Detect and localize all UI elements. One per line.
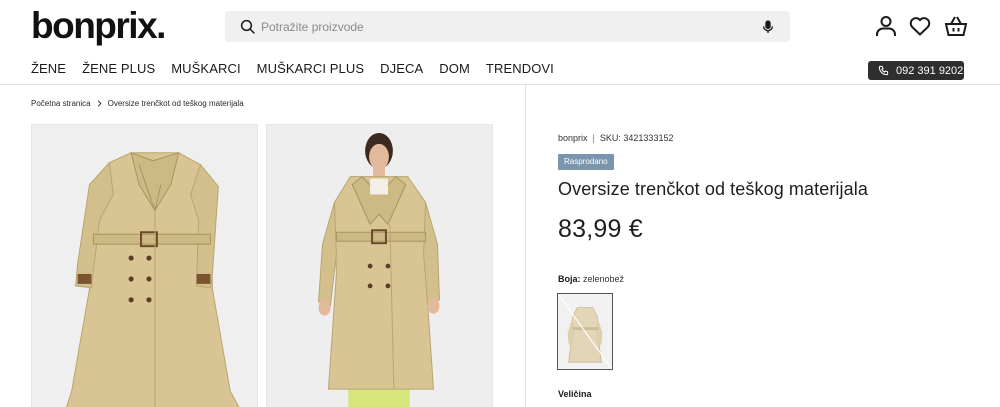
nav-item-djeca[interactable]: DJECA [380,61,423,76]
column-divider [525,85,526,407]
main-navigation: ŽENE ŽENE PLUS MUŠKARCI MUŠKARCI PLUS DJ… [31,61,570,76]
model-wearing-coat-image [267,125,492,407]
product-image-flatlay[interactable] [31,124,258,407]
color-value: zelenobež [583,274,625,284]
color-swatch-thumbnail [558,294,612,369]
color-swatch-zelenobez[interactable] [557,293,613,370]
product-price: 83,99 € [558,215,643,243]
color-label: Boja: [558,274,581,284]
breadcrumb-current: Oversize trenčkot od teškog materijala [107,99,244,108]
sku-label: SKU: [599,133,621,143]
color-selector-label: Boja: zelenobež [558,274,624,284]
nav-item-zene-plus[interactable]: ŽENE PLUS [82,61,155,76]
nav-item-dom[interactable]: DOM [439,61,470,76]
meta-separator: | [592,133,595,143]
breadcrumb: Početna stranica Oversize trenčkot od te… [31,99,244,108]
search-input[interactable] [261,11,741,42]
phone-button[interactable]: 092 391 9202 [868,61,964,80]
sold-out-badge: Rasprodano [558,154,614,170]
chevron-right-icon [97,100,102,107]
phone-icon [878,65,889,76]
product-meta: bonprix | SKU: 3421333152 [558,133,673,143]
basket-icon[interactable] [944,14,968,38]
sku-value: 3421333152 [623,133,674,143]
nav-item-zene[interactable]: ŽENE [31,61,66,76]
phone-number: 092 391 9202 [896,64,964,77]
search-bar[interactable] [225,11,790,42]
microphone-icon[interactable] [760,18,776,36]
product-title: Oversize trenčkot od teškog materijala [558,179,868,199]
nav-item-muskarci[interactable]: MUŠKARCI [171,61,240,76]
trench-coat-flatlay-image [32,125,257,407]
search-icon[interactable] [239,18,257,36]
bonprix-logo[interactable]: bonprix. [31,6,166,46]
breadcrumb-home[interactable]: Početna stranica [31,99,91,108]
header-divider [0,84,1000,85]
nav-item-trendovi[interactable]: TRENDOVI [486,61,554,76]
product-brand[interactable]: bonprix [558,133,588,143]
account-icon[interactable] [874,14,898,38]
product-image-model[interactable] [266,124,493,407]
size-label: Veličina [558,389,592,399]
wishlist-heart-icon[interactable] [908,14,932,38]
nav-item-muskarci-plus[interactable]: MUŠKARCI PLUS [257,61,365,76]
